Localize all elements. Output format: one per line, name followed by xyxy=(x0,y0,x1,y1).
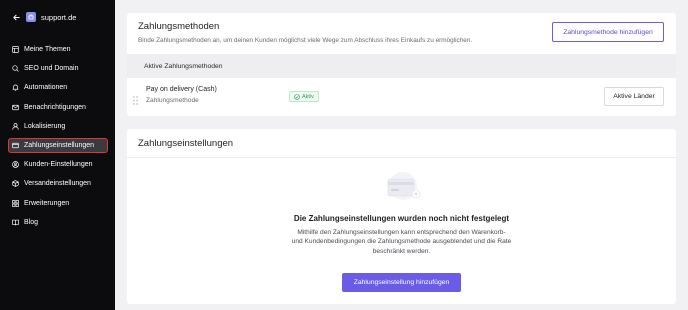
settings-nav: Meine Themen SEO und Domain Automationen… xyxy=(8,42,108,234)
user-circle-icon xyxy=(12,161,19,168)
payment-settings-title: Zahlungseinstellungen xyxy=(138,138,234,149)
layout-icon xyxy=(12,46,19,53)
sidebar-item-meine-themen[interactable]: Meine Themen xyxy=(8,42,108,57)
sidebar-item-label: Kunden-Einstellungen xyxy=(24,161,93,169)
payment-method-name: Pay on delivery (Cash) xyxy=(146,86,217,93)
payment-method-type: Zahlungsmethode xyxy=(146,97,199,104)
sidebar: support.de Meine Themen SEO und Domain A… xyxy=(0,0,115,310)
empty-state-title: Die Zahlungseinstellungen wurden noch ni… xyxy=(293,214,510,223)
grid-icon xyxy=(12,199,19,207)
package-icon xyxy=(12,180,19,188)
payment-methods-card: Zahlungsmethoden Binde Zahlungsmethoden … xyxy=(127,13,676,116)
sidebar-item-label: Versandeinstellungen xyxy=(24,180,91,188)
sidebar-item-benachrichtigungen[interactable]: Benachrichtigungen xyxy=(8,100,108,115)
mail-icon xyxy=(12,104,19,111)
search-icon xyxy=(12,65,19,72)
sidebar-item-label: Meine Themen xyxy=(24,46,71,53)
bell-icon xyxy=(12,84,19,92)
sidebar-item-zahlungseinstellungen[interactable]: Zahlungseinstellungen xyxy=(8,137,108,153)
payment-method-row[interactable]: Pay on delivery (Cash) Zahlungsmethode A… xyxy=(127,78,676,116)
payment-methods-title: Zahlungsmethoden xyxy=(138,21,220,32)
sidebar-item-label: Benachrichtigungen xyxy=(24,103,86,111)
sidebar-item-lokalisierung[interactable]: Lokalisierung xyxy=(8,119,108,134)
check-circle-icon xyxy=(294,93,300,100)
store-name[interactable]: support.de xyxy=(41,13,76,22)
sidebar-item-label: Erweiterungen xyxy=(24,199,70,207)
store-logo-icon xyxy=(26,12,36,22)
person-icon xyxy=(12,122,19,130)
drag-handle-icon[interactable] xyxy=(133,92,138,105)
sidebar-item-versandeinstellungen[interactable]: Versandeinstellungen xyxy=(8,176,108,191)
sidebar-item-kunden-einstellungen[interactable]: Kunden-Einstellungen xyxy=(8,157,108,172)
brand: support.de xyxy=(12,11,76,23)
status-badge: Aktiv xyxy=(289,91,319,102)
sidebar-item-automationen[interactable]: Automationen xyxy=(8,80,108,95)
active-methods-header: Aktive Zahlungsmethoden xyxy=(127,54,676,78)
status-label: Aktiv xyxy=(302,93,314,100)
sidebar-item-blog[interactable]: Blog xyxy=(8,215,108,230)
payment-settings-card: Zahlungseinstellungen Die Zahlungseinste… xyxy=(127,129,676,304)
sidebar-item-label: SEO und Domain xyxy=(24,65,79,73)
book-icon xyxy=(12,219,19,226)
add-payment-method-button[interactable]: Zahlungsmethode hinzufügen xyxy=(552,22,664,42)
divider xyxy=(127,157,676,158)
card-icon xyxy=(12,142,19,149)
empty-state-card-illustration-icon xyxy=(382,171,424,203)
sidebar-item-label: Zahlungseinstellungen xyxy=(24,141,95,149)
back-arrow-icon[interactable] xyxy=(12,13,21,22)
empty-state-description: Mithilfe den Zahlungseinstellungen kann … xyxy=(291,229,512,255)
sidebar-item-label: Blog xyxy=(24,218,39,226)
sidebar-item-seo[interactable]: SEO und Domain xyxy=(8,61,108,76)
sidebar-item-label: Lokalisierung xyxy=(24,122,66,130)
active-countries-button[interactable]: Aktive Länder xyxy=(604,87,664,106)
payment-methods-subtitle: Binde Zahlungsmethoden an, um deinen Kun… xyxy=(138,37,473,44)
add-payment-setting-button[interactable]: Zahlungseinstellung hinzufügen xyxy=(342,273,461,292)
sidebar-item-erweiterungen[interactable]: Erweiterungen xyxy=(8,196,108,211)
sidebar-item-label: Automationen xyxy=(24,84,68,92)
